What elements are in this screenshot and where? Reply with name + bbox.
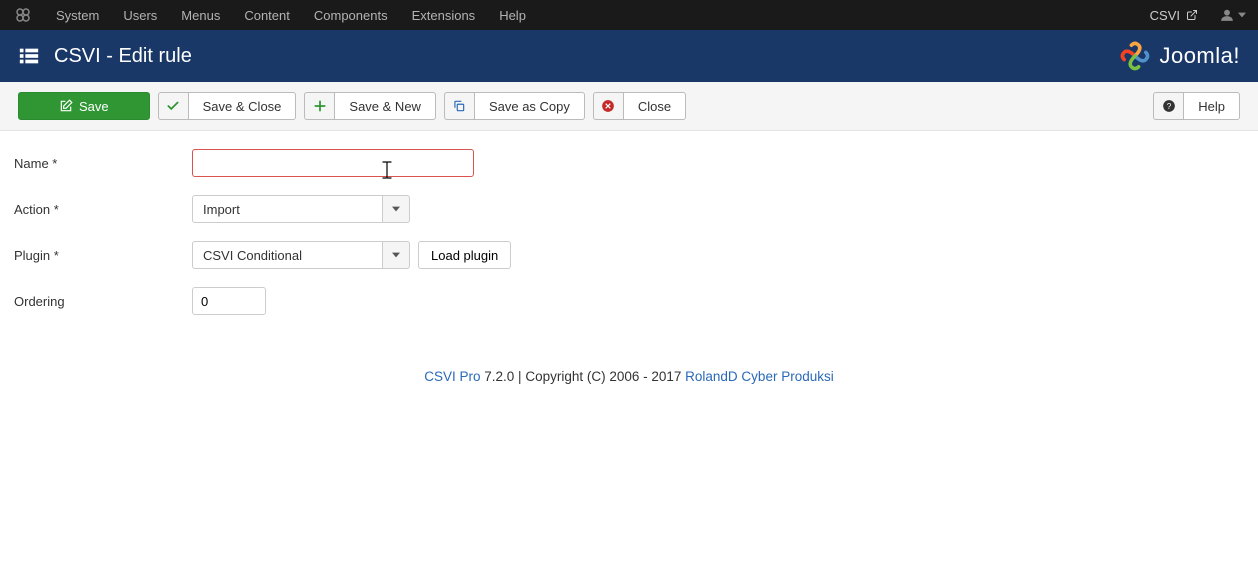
cancel-icon bbox=[593, 92, 623, 120]
site-link[interactable]: CSVI bbox=[1140, 2, 1208, 29]
menu-content[interactable]: Content bbox=[232, 2, 302, 29]
external-link-icon bbox=[1186, 9, 1198, 21]
menu-system[interactable]: System bbox=[44, 2, 111, 29]
plugin-select[interactable]: CSVI Conditional bbox=[192, 241, 410, 269]
svg-text:?: ? bbox=[1166, 102, 1171, 111]
name-input[interactable] bbox=[192, 149, 474, 177]
page-title-bar: CSVI - Edit rule Joomla! bbox=[0, 30, 1258, 82]
help-button[interactable]: ? Help bbox=[1153, 92, 1240, 120]
joomla-menu-icon[interactable] bbox=[14, 6, 32, 24]
action-label: Action * bbox=[14, 202, 192, 217]
footer-vendor-link[interactable]: RolandD Cyber Produksi bbox=[685, 369, 834, 384]
edit-icon bbox=[59, 99, 73, 113]
plus-icon bbox=[304, 92, 334, 120]
save-copy-label: Save as Copy bbox=[474, 92, 585, 120]
action-value: Import bbox=[192, 195, 382, 223]
list-icon bbox=[18, 45, 40, 67]
footer-version-text: 7.2.0 | Copyright (C) 2006 - 2017 bbox=[481, 369, 686, 384]
menu-extensions[interactable]: Extensions bbox=[400, 2, 488, 29]
menu-help[interactable]: Help bbox=[487, 2, 538, 29]
copy-icon bbox=[444, 92, 474, 120]
save-button[interactable]: Save bbox=[18, 92, 150, 120]
close-label: Close bbox=[623, 92, 686, 120]
save-close-button[interactable]: Save & Close bbox=[158, 92, 297, 120]
caret-down-icon[interactable] bbox=[382, 241, 410, 269]
footer: CSVI Pro 7.2.0 | Copyright (C) 2006 - 20… bbox=[0, 361, 1258, 404]
site-link-label: CSVI bbox=[1150, 8, 1180, 23]
menu-users[interactable]: Users bbox=[111, 2, 169, 29]
check-icon bbox=[158, 92, 188, 120]
close-button[interactable]: Close bbox=[593, 92, 686, 120]
name-label: Name * bbox=[14, 156, 192, 171]
joomla-logo-icon bbox=[1117, 38, 1153, 74]
caret-down-icon bbox=[1238, 11, 1246, 19]
action-select[interactable]: Import bbox=[192, 195, 410, 223]
admin-top-bar: System Users Menus Content Components Ex… bbox=[0, 0, 1258, 30]
joomla-brand[interactable]: Joomla! bbox=[1117, 38, 1240, 74]
joomla-wordmark: Joomla! bbox=[1159, 43, 1240, 69]
menu-menus[interactable]: Menus bbox=[169, 2, 232, 29]
load-plugin-button[interactable]: Load plugin bbox=[418, 241, 511, 269]
footer-product-link[interactable]: CSVI Pro bbox=[424, 369, 480, 384]
plugin-label: Plugin * bbox=[14, 248, 192, 263]
action-toolbar: Save Save & Close Save & New Save as Cop… bbox=[0, 82, 1258, 131]
help-label: Help bbox=[1183, 92, 1240, 120]
ordering-label: Ordering bbox=[14, 294, 192, 309]
user-icon bbox=[1220, 8, 1234, 22]
edit-form: Name * Action * Import Plugin * CSVI Con… bbox=[0, 131, 1258, 361]
page-title: CSVI - Edit rule bbox=[54, 45, 192, 68]
caret-down-icon[interactable] bbox=[382, 195, 410, 223]
user-menu[interactable] bbox=[1216, 8, 1250, 22]
help-icon: ? bbox=[1153, 92, 1183, 120]
save-copy-button[interactable]: Save as Copy bbox=[444, 92, 585, 120]
plugin-value: CSVI Conditional bbox=[192, 241, 382, 269]
save-label: Save bbox=[79, 99, 109, 114]
menu-components[interactable]: Components bbox=[302, 2, 400, 29]
save-new-button[interactable]: Save & New bbox=[304, 92, 436, 120]
ordering-input[interactable] bbox=[192, 287, 266, 315]
save-close-label: Save & Close bbox=[188, 92, 297, 120]
save-new-label: Save & New bbox=[334, 92, 436, 120]
